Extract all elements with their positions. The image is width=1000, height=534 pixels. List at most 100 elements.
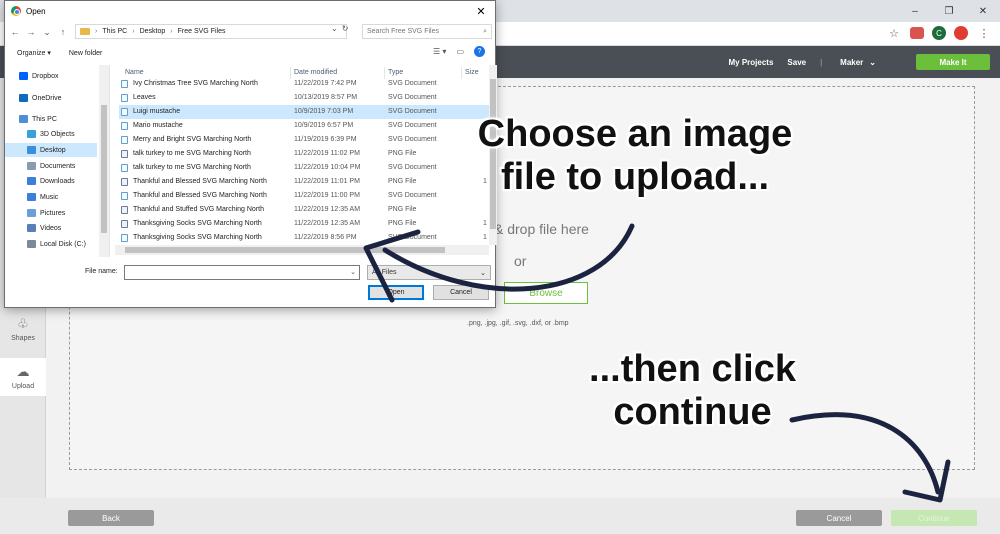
organize-button[interactable]: Organize ▾ — [17, 49, 51, 57]
chevron-down-icon[interactable]: ⌄ — [41, 27, 53, 38]
nav-item-label: Desktop — [40, 146, 66, 154]
chevron-right-icon: › — [95, 28, 98, 35]
restore-icon[interactable]: ❐ — [932, 0, 966, 22]
breadcrumb-free-svg-files[interactable]: Free SVG Files — [178, 28, 226, 35]
file-row[interactable]: Thankful and Blessed SVG Marching North 1… — [119, 175, 489, 189]
file-type-select[interactable]: All Files ⌄ — [367, 265, 491, 280]
music-icon — [27, 193, 36, 201]
minimize-icon[interactable]: – — [898, 0, 932, 22]
address-row: ← → ⌄ ↑ › This PC › Desktop › Free SVG F… — [5, 23, 495, 41]
nav-item-documents[interactable]: Documents — [5, 159, 97, 173]
nav-item-this-pc[interactable]: This PC — [5, 112, 97, 126]
browse-button[interactable]: Browse — [504, 282, 588, 304]
preview-pane-icon[interactable]: ▭ — [456, 47, 464, 56]
my-projects-link[interactable]: My Projects — [729, 58, 774, 67]
file-row[interactable]: Thankful and Blessed SVG Marching North 1… — [119, 189, 489, 203]
new-folder-button[interactable]: New folder — [69, 50, 102, 57]
breadcrumb-desktop[interactable]: Desktop — [140, 28, 166, 35]
chevron-right-icon: › — [170, 28, 173, 35]
rail-item-label: Shapes — [11, 335, 35, 342]
file-date: 11/22/2019 12:35 AM — [294, 206, 361, 213]
nav-item-label: Videos — [40, 224, 62, 232]
download-icon — [27, 177, 36, 185]
file-list-hscrollbar[interactable] — [115, 245, 489, 255]
dropbox-icon — [19, 72, 28, 80]
make-it-button[interactable]: Make It — [916, 54, 990, 70]
chevron-down-icon[interactable]: ⌄ — [331, 24, 338, 33]
nav-item-videos[interactable]: Videos — [5, 221, 97, 235]
nav-item-desktop[interactable]: Desktop — [5, 143, 97, 157]
column-date-modified[interactable]: Date modified — [294, 69, 337, 76]
file-row[interactable]: Mario mustache 10/9/2019 6:57 PM SVG Docum… — [119, 119, 489, 133]
address-bar[interactable]: › This PC › Desktop › Free SVG Files — [75, 24, 347, 39]
cancel-button[interactable]: Cancel — [796, 510, 882, 526]
file-name-label: File name: — [85, 268, 118, 275]
save-link[interactable]: Save — [787, 58, 806, 67]
refresh-icon[interactable]: ↻ — [342, 24, 349, 33]
nav-item-onedrive[interactable]: OneDrive — [5, 91, 97, 105]
nav-item-dropbox[interactable]: Dropbox — [5, 69, 97, 83]
address-buttons: ⌄ ↻ — [331, 24, 348, 33]
open-button[interactable]: Open — [368, 285, 424, 300]
nav-item-music[interactable]: Music — [5, 190, 97, 204]
chrome-icon — [11, 6, 21, 16]
file-row[interactable]: Leaves 10/13/2019 8:57 PM SVG Document — [119, 91, 489, 105]
nav-item-label: Dropbox — [32, 72, 59, 80]
file-name-input[interactable]: ⌄ — [124, 265, 360, 280]
browser-menu-icon[interactable]: ⋮ — [976, 25, 992, 41]
column-name[interactable]: Name — [125, 69, 144, 76]
file-row[interactable]: talk turkey to me SVG Marching North 11/2… — [119, 161, 489, 175]
nav-item-downloads[interactable]: Downloads — [5, 174, 97, 188]
file-row[interactable]: talk turkey to me SVG Marching North 11/2… — [119, 147, 489, 161]
up-arrow-icon[interactable]: ↑ — [57, 27, 69, 37]
file-row[interactable]: Ivy Christmas Tree SVG Marching North 11/… — [119, 77, 489, 91]
svg-file-icon — [121, 108, 128, 116]
rail-item-label: Upload — [11, 383, 35, 390]
search-input[interactable]: Search Free SVG Files ⌕ — [362, 24, 492, 39]
column-type[interactable]: Type — [388, 69, 403, 76]
nav-item-label: Music — [40, 193, 59, 201]
rail-item-upload[interactable]: ☁ Upload — [0, 358, 46, 396]
file-name: talk turkey to me SVG Marching North — [133, 150, 251, 157]
file-row[interactable]: Thankful and Stuffed SVG Marching North 1… — [119, 203, 489, 217]
nav-scrollbar[interactable] — [99, 65, 109, 257]
extension-red-icon[interactable] — [954, 26, 968, 40]
forward-arrow-icon[interactable]: → — [25, 27, 37, 37]
bookmark-star-icon[interactable]: ☆ — [886, 25, 902, 41]
profile-avatar[interactable]: C — [932, 26, 946, 40]
chevron-down-icon[interactable]: ⌄ — [350, 268, 356, 276]
continue-button[interactable]: Continue — [891, 510, 977, 526]
column-size[interactable]: Size — [465, 69, 479, 76]
view-options-icon[interactable]: ☰ ▾ — [433, 47, 446, 56]
chevron-right-icon: › — [132, 28, 135, 35]
png-file-icon — [121, 178, 128, 186]
help-icon[interactable]: ? — [474, 46, 485, 57]
file-row[interactable]: Merry and Bright SVG Marching North 11/19… — [119, 133, 489, 147]
breadcrumb-this-pc[interactable]: This PC — [102, 28, 127, 35]
nav-item-label: Downloads — [40, 177, 75, 185]
nav-item-local-disk[interactable]: Local Disk (C:) — [5, 237, 97, 251]
command-bar: Organize ▾ New folder ☰ ▾ ▭ ? — [5, 44, 495, 62]
extension-icon[interactable] — [910, 27, 924, 39]
machine-select[interactable]: Maker ⌄ — [840, 58, 876, 67]
back-arrow-icon[interactable]: ← — [9, 27, 21, 37]
nav-item-label: 3D Objects — [40, 130, 75, 138]
nav-item-pictures[interactable]: Pictures — [5, 206, 97, 220]
rail-item-shapes[interactable]: ♧ Shapes — [0, 316, 46, 342]
nav-item-3d-objects[interactable]: 3D Objects — [5, 127, 97, 141]
chevron-down-icon: ⌄ — [480, 269, 486, 277]
close-window-icon[interactable]: ✕ — [966, 0, 1000, 22]
dialog-cancel-button[interactable]: Cancel — [433, 285, 489, 300]
png-file-icon — [121, 150, 128, 158]
file-size: 1 — [483, 220, 487, 227]
close-icon[interactable]: ✕ — [471, 1, 491, 21]
dialog-titlebar: Open ✕ — [5, 1, 495, 21]
back-button[interactable]: Back — [68, 510, 154, 526]
file-row[interactable]: Thanksgiving Socks SVG Marching North 11/… — [119, 217, 489, 231]
search-placeholder: Search Free SVG Files — [367, 28, 439, 35]
file-list: Name Date modified Type Size Ivy Christm… — [115, 65, 489, 245]
svg-file-icon — [121, 94, 128, 102]
file-row[interactable]: Luigi mustache 10/9/2019 7:03 PM SVG Docum… — [119, 105, 489, 119]
navigation-pane: Dropbox OneDrive This PC 3D Objects Desk… — [5, 65, 110, 257]
file-row[interactable]: Thanksgiving Socks SVG Marching North 11/… — [119, 231, 489, 245]
